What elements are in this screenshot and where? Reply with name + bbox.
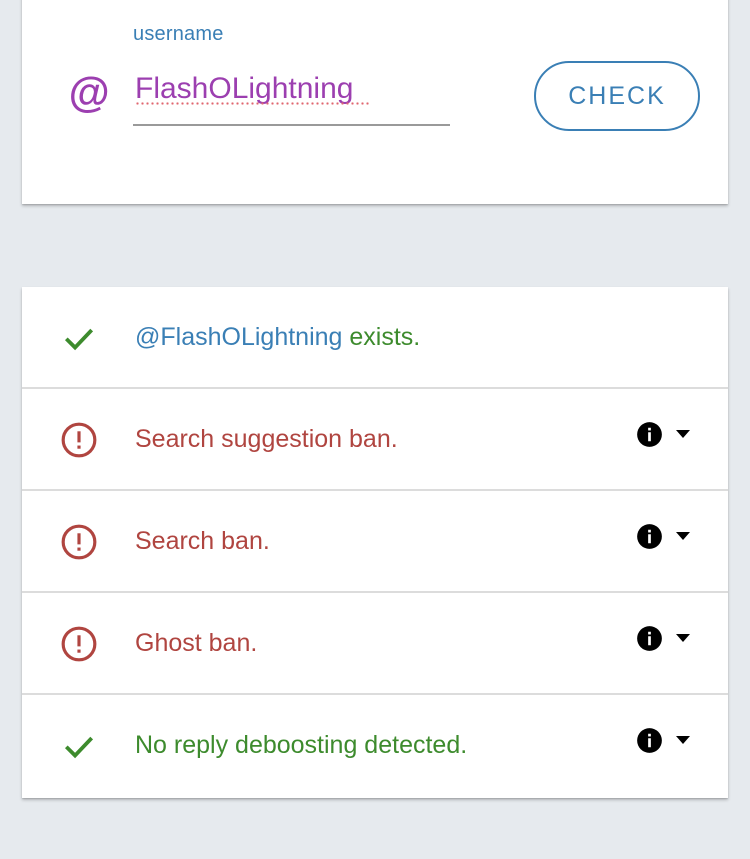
alert-circle-icon bbox=[61, 524, 97, 560]
results-card: @FlashOLightning exists. Search suggesti… bbox=[22, 287, 728, 798]
chevron-down-icon[interactable] bbox=[676, 532, 690, 540]
username-search-card: username @ CHECK bbox=[22, 0, 728, 204]
result-row-ghost-ban[interactable]: Ghost ban. bbox=[22, 593, 728, 695]
chevron-down-icon[interactable] bbox=[676, 430, 690, 438]
chevron-down-icon[interactable] bbox=[676, 736, 690, 744]
username-input[interactable] bbox=[133, 70, 450, 126]
info-icon[interactable] bbox=[636, 421, 663, 448]
result-row-search-suggestion-ban[interactable]: Search suggestion ban. bbox=[22, 389, 728, 491]
result-row-exists: @FlashOLightning exists. bbox=[22, 287, 728, 389]
result-text: Ghost ban. bbox=[135, 629, 258, 657]
info-icon[interactable] bbox=[636, 625, 663, 652]
checkmark-icon bbox=[64, 328, 94, 351]
alert-circle-icon bbox=[61, 626, 97, 662]
result-text: Search ban. bbox=[135, 527, 270, 555]
alert-circle-icon bbox=[61, 422, 97, 458]
result-text: @FlashOLightning exists. bbox=[135, 322, 420, 352]
checkmark-icon bbox=[64, 736, 94, 759]
info-icon[interactable] bbox=[636, 523, 663, 550]
chevron-down-icon[interactable] bbox=[676, 634, 690, 642]
result-status-text: exists. bbox=[342, 323, 421, 351]
result-row-search-ban[interactable]: Search ban. bbox=[22, 491, 728, 593]
username-label: username bbox=[133, 23, 224, 45]
at-sign-icon: @ bbox=[68, 69, 109, 116]
check-button[interactable]: CHECK bbox=[534, 61, 700, 131]
result-row-reply-deboosting[interactable]: No reply deboosting detected. bbox=[22, 695, 728, 797]
result-handle: @FlashOLightning bbox=[135, 323, 343, 351]
spellcheck-underline bbox=[135, 102, 371, 105]
result-text: No reply deboosting detected. bbox=[135, 731, 468, 759]
result-text: Search suggestion ban. bbox=[135, 425, 398, 453]
info-icon[interactable] bbox=[636, 727, 663, 754]
